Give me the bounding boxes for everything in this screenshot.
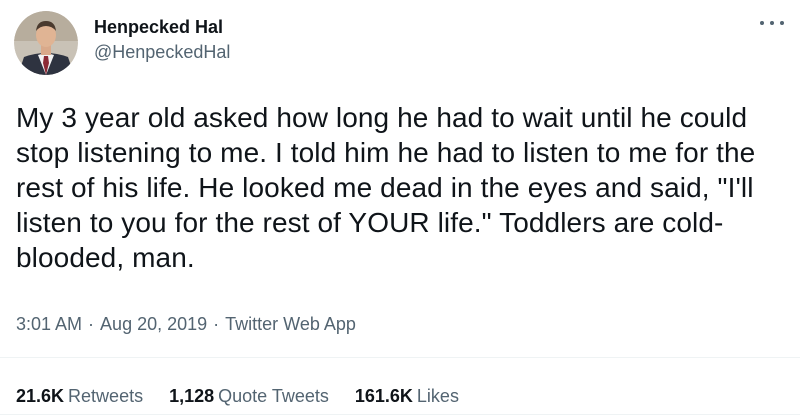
meta-separator: · [213, 314, 220, 334]
likes-label: Likes [416, 386, 459, 406]
quote-tweets-label: Quote Tweets [218, 386, 329, 406]
divider [0, 357, 800, 358]
author-handle[interactable]: @HenpeckedHal [94, 40, 230, 64]
tweet-header: Henpecked Hal @HenpeckedHal [14, 11, 230, 75]
more-dot [760, 21, 764, 25]
retweets-label: Retweets [68, 386, 144, 406]
quote-tweets-count: 1,128 [169, 386, 215, 406]
divider [0, 414, 800, 415]
more-icon[interactable] [760, 16, 784, 30]
likes-count: 161.6K [354, 386, 413, 406]
tweet-card: Henpecked Hal @HenpeckedHal My 3 year ol… [0, 0, 800, 420]
author-display-name[interactable]: Henpecked Hal [94, 16, 230, 38]
avatar[interactable] [14, 11, 78, 75]
avatar-photo [14, 11, 78, 75]
likes-stat[interactable]: 161.6K Likes [355, 384, 459, 408]
retweets-stat[interactable]: 21.6K Retweets [16, 384, 143, 408]
quote-tweets-stat[interactable]: 1,128 Quote Tweets [169, 384, 329, 408]
author-names: Henpecked Hal @HenpeckedHal [94, 16, 230, 64]
tweet-stats: 21.6K Retweets 1,128 Quote Tweets 161.6K Li… [16, 384, 485, 408]
tweet-meta: 3:01 AM · Aug 20, 2019 · Twitter Web App [16, 312, 356, 336]
tweet-text: My 3 year old asked how long he had to w… [16, 102, 756, 273]
more-dot [780, 21, 784, 25]
tweet-date[interactable]: Aug 20, 2019 [100, 312, 207, 336]
tweet-source[interactable]: Twitter Web App [225, 312, 356, 336]
tweet-time[interactable]: 3:01 AM [16, 312, 82, 336]
meta-separator: · [88, 314, 95, 334]
more-dot [770, 21, 774, 25]
retweets-count: 21.6K [16, 386, 65, 406]
